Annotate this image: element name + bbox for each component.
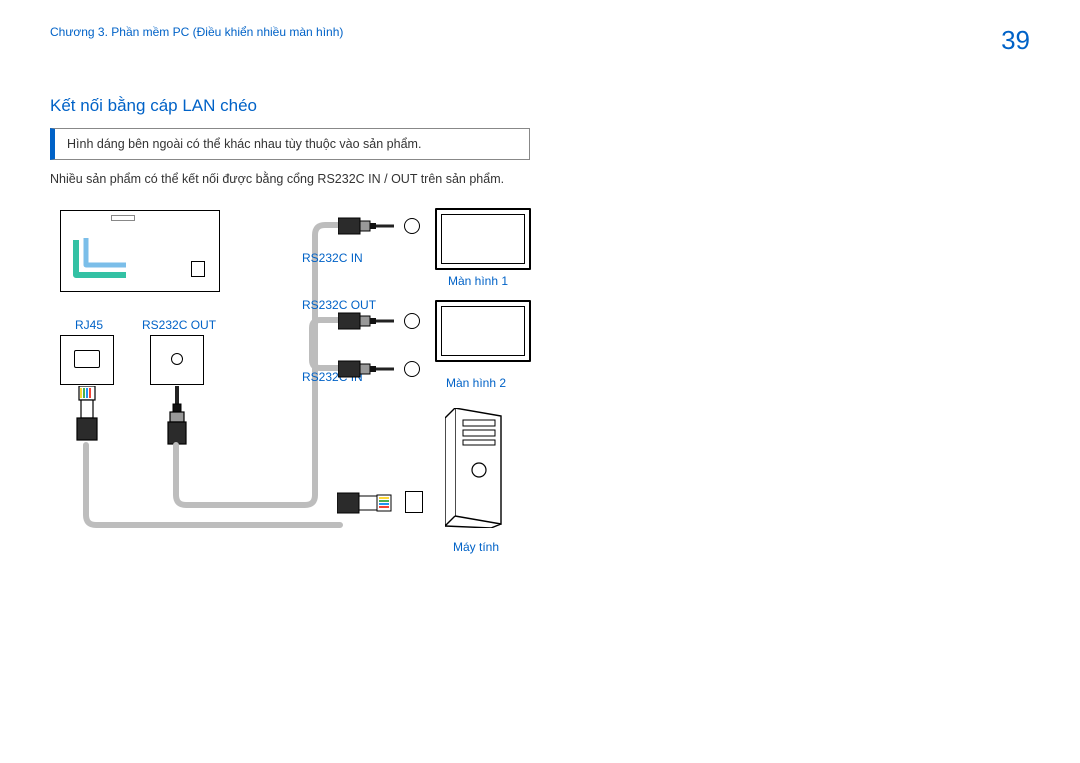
- jack-plug-row-3: [338, 358, 420, 380]
- rj45-end-port-icon: [405, 491, 423, 513]
- rj45-end-plug-icon: [337, 490, 399, 519]
- computer-label: Máy tính: [453, 540, 499, 554]
- monitor-1-icon: [435, 208, 531, 270]
- section-title: Kết nối bằng cáp LAN chéo: [50, 96, 1030, 116]
- page-number: 39: [1001, 25, 1030, 56]
- connection-diagram: RJ45 RS232C OUT: [50, 200, 750, 620]
- monitor-2-label: Màn hình 2: [446, 376, 506, 390]
- computer-tower-icon: [445, 408, 505, 528]
- jack-plug-row-2: [338, 310, 420, 332]
- jack-plug-row-1: [338, 215, 420, 237]
- monitor-2-icon: [435, 300, 531, 362]
- rs232c-in-label-1: RS232C IN: [302, 251, 363, 265]
- chapter-title: Chương 3. Phần mềm PC (Điều khiển nhiều …: [50, 25, 343, 39]
- monitor-1-label: Màn hình 1: [448, 274, 508, 288]
- section-description: Nhiều sản phẩm có thể kết nối được bằng …: [50, 172, 1030, 186]
- note-box: Hình dáng bên ngoài có thể khác nhau tùy…: [50, 128, 530, 160]
